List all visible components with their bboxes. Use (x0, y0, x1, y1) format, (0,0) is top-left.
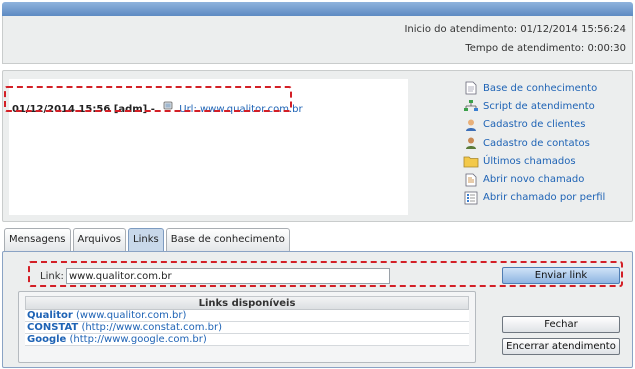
send-link-button[interactable]: Enviar link (502, 267, 620, 284)
links-box-title: Links disponíveis (25, 296, 469, 310)
highlight-message (4, 86, 292, 112)
menu-item-abrir-chamado-perfil[interactable]: Abrir chamado por perfil (463, 189, 605, 207)
link-name: CONSTAT (27, 322, 79, 333)
menu-item-script-atendimento[interactable]: Script de atendimento (463, 97, 605, 115)
start-time-value: 01/12/2014 15:56:24 (520, 24, 626, 35)
menu-item-label: Últimos chamados (483, 155, 576, 167)
contacts-icon (463, 135, 479, 151)
menu-item-cadastro-contatos[interactable]: Cadastro de contatos (463, 134, 605, 152)
tab-bar: Mensagens Arquivos Links Base de conheci… (4, 228, 292, 252)
link-url: (http://www.google.com.br) (69, 334, 207, 345)
menu-item-label: Cadastro de contatos (483, 137, 590, 149)
available-links-box: Links disponíveis Qualitor (www.qualitor… (18, 291, 476, 363)
menu-item-label: Base de conhecimento (483, 82, 598, 94)
folder-icon (463, 153, 479, 169)
link-url: (http://www.constat.com.br) (81, 322, 222, 333)
menu-item-cadastro-clientes[interactable]: Cadastro de clientes (463, 116, 605, 134)
conversation-panel: 01/12/2014 15:56 [adm] - Url: www.qualit… (2, 70, 633, 222)
document-icon (463, 80, 479, 96)
tab-links[interactable]: Links (128, 228, 164, 251)
action-menu: Base de conhecimento Script de atendimen… (463, 79, 605, 207)
menu-item-label: Abrir chamado por perfil (483, 192, 606, 204)
link-row-constat[interactable]: CONSTAT (http://www.constat.com.br) (25, 322, 469, 334)
menu-item-base-conhecimento[interactable]: Base de conhecimento (463, 79, 605, 97)
flowchart-icon (463, 98, 479, 114)
end-session-button[interactable]: Encerrar atendimento (502, 338, 620, 355)
link-name: Qualitor (27, 310, 73, 321)
link-url: (www.qualitor.com.br) (76, 310, 187, 321)
elapsed-time-value: 0:00:30 (587, 43, 626, 54)
list-icon (463, 190, 479, 206)
link-name: Google (27, 334, 67, 345)
tab-arquivos[interactable]: Arquivos (72, 228, 127, 251)
menu-item-abrir-novo-chamado[interactable]: Abrir novo chamado (463, 170, 605, 188)
link-row-qualitor[interactable]: Qualitor (www.qualitor.com.br) (25, 310, 469, 322)
menu-item-label: Script de atendimento (483, 100, 595, 112)
start-time-label: Inicio do atendimento: (404, 24, 518, 35)
elapsed-time-label: Tempo de atendimento: (465, 43, 585, 54)
tab-base-conhecimento[interactable]: Base de conhecimento (165, 228, 290, 251)
menu-item-label: Cadastro de clientes (483, 119, 586, 131)
start-time-line: Inicio do atendimento: 01/12/2014 15:56:… (404, 24, 626, 35)
elapsed-time-line: Tempo de atendimento: 0:00:30 (465, 43, 626, 54)
link-label: Link: (40, 271, 64, 282)
link-row-google[interactable]: Google (http://www.google.com.br) (25, 334, 469, 346)
header-panel: Inicio do atendimento: 01/12/2014 15:56:… (2, 16, 633, 64)
menu-item-ultimos-chamados[interactable]: Últimos chamados (463, 152, 605, 170)
new-document-icon (463, 172, 479, 188)
tab-mensagens[interactable]: Mensagens (4, 228, 71, 251)
close-button[interactable]: Fechar (502, 316, 620, 333)
links-tab-panel: Link: Enviar link Links disponíveis Qual… (2, 251, 633, 368)
menu-item-label: Abrir novo chamado (483, 174, 585, 186)
user-icon (463, 117, 479, 133)
link-input[interactable] (66, 268, 390, 284)
window-title-bar (2, 2, 633, 16)
